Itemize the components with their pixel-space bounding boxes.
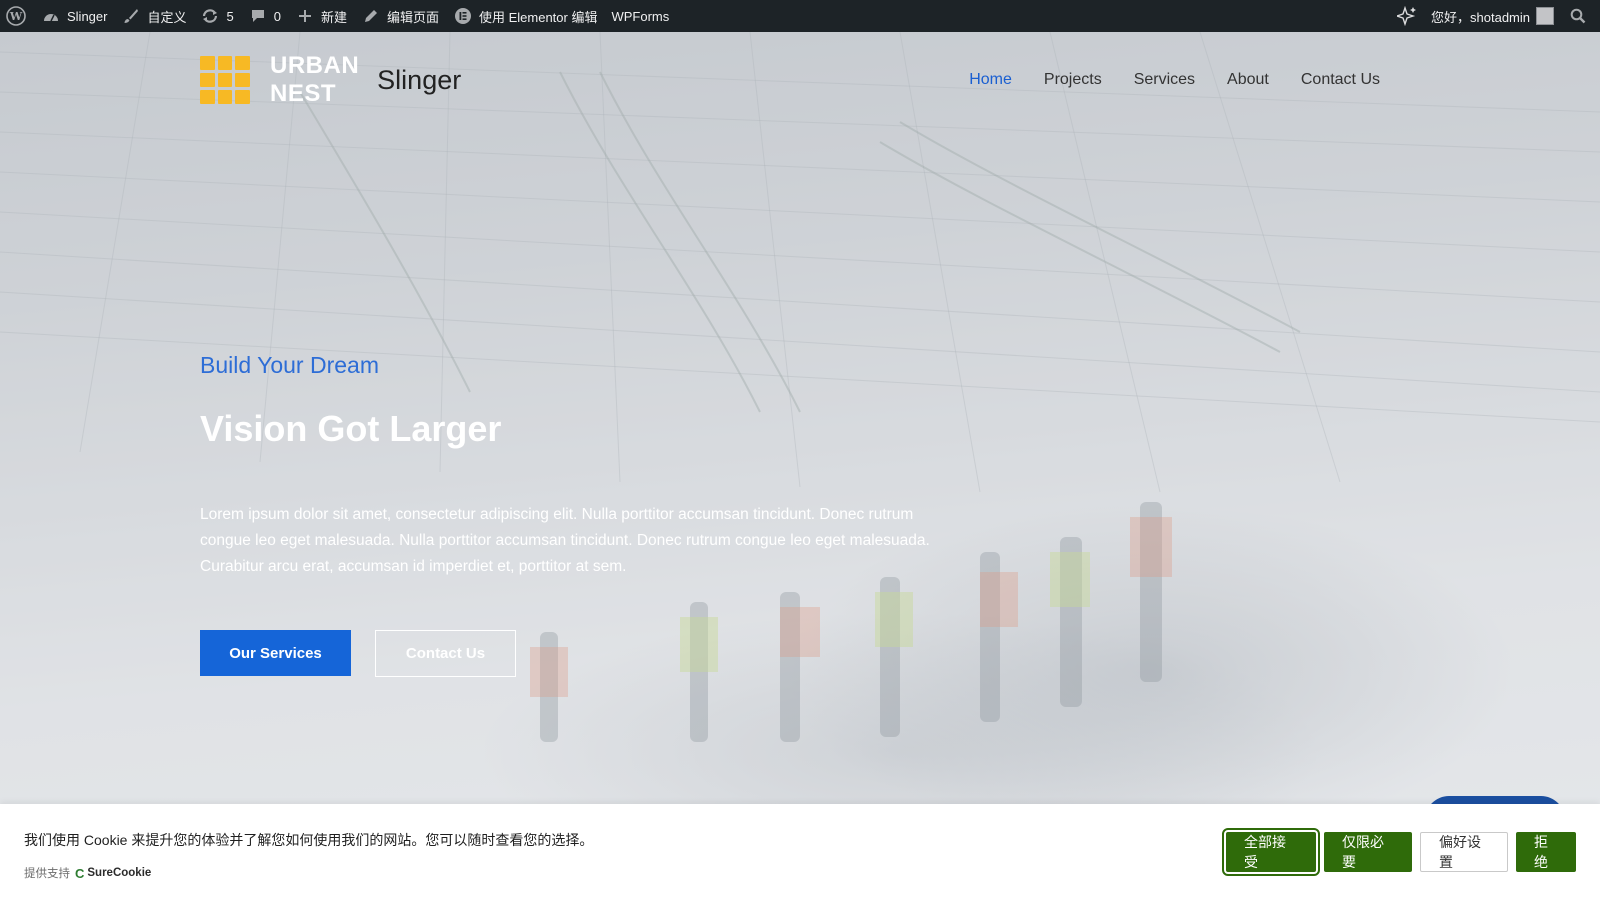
admin-customize-link[interactable]: 自定义 xyxy=(114,0,193,32)
wordpress-logo-icon[interactable]: W xyxy=(0,0,34,32)
wp-admin-bar: W Slinger 自定义 5 0 新建 编辑页面 使用 Elementor 编… xyxy=(0,0,1600,32)
sparkle-icon xyxy=(1397,6,1417,26)
admin-updates-link[interactable]: 5 xyxy=(193,0,240,32)
search-icon xyxy=(1568,6,1588,26)
comment-bubble-icon xyxy=(248,6,268,26)
reject-button[interactable]: 拒绝 xyxy=(1516,832,1576,872)
pencil-icon xyxy=(361,6,381,26)
admin-site-name: Slinger xyxy=(67,8,108,24)
nav-contact-us[interactable]: Contact Us xyxy=(1301,71,1380,89)
admin-edit-page-link[interactable]: 编辑页面 xyxy=(354,0,446,32)
elementor-icon xyxy=(453,6,473,26)
admin-wpforms-link[interactable]: WPForms xyxy=(604,0,676,32)
admin-ai-assistant-button[interactable] xyxy=(1390,0,1424,32)
admin-updates-count: 5 xyxy=(226,8,234,24)
preferences-button[interactable]: 偏好设置 xyxy=(1420,832,1508,872)
nav-projects[interactable]: Projects xyxy=(1044,71,1102,89)
surecookie-logo-icon: C xyxy=(75,865,85,881)
plus-icon xyxy=(295,6,315,26)
floating-widget-button[interactable] xyxy=(1425,796,1565,804)
necessary-only-button[interactable]: 仅限必要 xyxy=(1324,832,1412,872)
hero-section: URBAN NEST Slinger Home Projects Service… xyxy=(0,32,1600,804)
cookie-consent-banner: 我们使用 Cookie 来提升您的体验并了解您如何使用我们的网站。您可以随时查看… xyxy=(0,804,1600,900)
admin-comments-count: 0 xyxy=(273,8,281,24)
cookie-powered-by: 提供支持 C SureCookie xyxy=(24,865,151,881)
nav-services[interactable]: Services xyxy=(1134,71,1195,89)
admin-comments-link[interactable]: 0 xyxy=(241,0,288,32)
admin-customize-label: 自定义 xyxy=(147,9,187,25)
admin-greeting: 您好，shotadmin xyxy=(1431,9,1530,25)
our-services-button[interactable]: Our Services xyxy=(200,630,351,676)
surecookie-link[interactable]: C SureCookie xyxy=(75,866,151,881)
powered-by-label: 提供支持 xyxy=(24,868,70,880)
logo-line-2: NEST xyxy=(270,80,337,107)
cookie-message: 我们使用 Cookie 来提升您的体验并了解您如何使用我们的网站。您可以随时查看… xyxy=(24,832,594,848)
admin-edit-page-label: 编辑页面 xyxy=(386,9,439,25)
primary-nav: Home Projects Services About Contact Us xyxy=(969,71,1380,89)
logo-wordmark[interactable]: URBAN NEST xyxy=(270,52,359,108)
accept-all-button[interactable]: 全部接受 xyxy=(1222,828,1320,876)
site-title[interactable]: Slinger xyxy=(377,65,461,96)
svg-text:W: W xyxy=(9,10,23,23)
surecookie-brand: SureCookie xyxy=(87,867,152,879)
update-icon xyxy=(200,6,220,26)
urban-nest-logo-icon[interactable] xyxy=(200,56,250,104)
logo-line-1: URBAN xyxy=(270,52,360,79)
nav-home[interactable]: Home xyxy=(969,71,1012,89)
contact-us-button[interactable]: Contact Us xyxy=(375,630,516,677)
admin-elementor-link[interactable]: 使用 Elementor 编辑 xyxy=(446,0,604,32)
dashboard-icon xyxy=(41,6,61,26)
site-header: URBAN NEST Slinger Home Projects Service… xyxy=(200,50,1400,110)
admin-new-label: 新建 xyxy=(320,9,347,25)
admin-search-button[interactable] xyxy=(1561,0,1600,32)
cookie-actions: 全部接受 仅限必要 偏好设置 拒绝 xyxy=(1222,828,1576,876)
admin-account-menu[interactable]: 您好，shotadmin xyxy=(1424,0,1561,32)
admin-new-content-link[interactable]: 新建 xyxy=(288,0,354,32)
admin-elementor-label: 使用 Elementor 编辑 xyxy=(478,9,598,25)
nav-about[interactable]: About xyxy=(1227,71,1269,89)
admin-site-menu[interactable]: Slinger xyxy=(34,0,114,32)
hero-lead-text: Lorem ipsum dolor sit amet, consectetur … xyxy=(200,506,930,575)
hero-kicker: Build Your Dream xyxy=(200,352,379,378)
admin-wpforms-label: WPForms xyxy=(611,8,670,24)
avatar xyxy=(1536,7,1554,25)
hero-headline: Vision Got Larger xyxy=(200,408,502,449)
paintbrush-icon xyxy=(121,6,141,26)
